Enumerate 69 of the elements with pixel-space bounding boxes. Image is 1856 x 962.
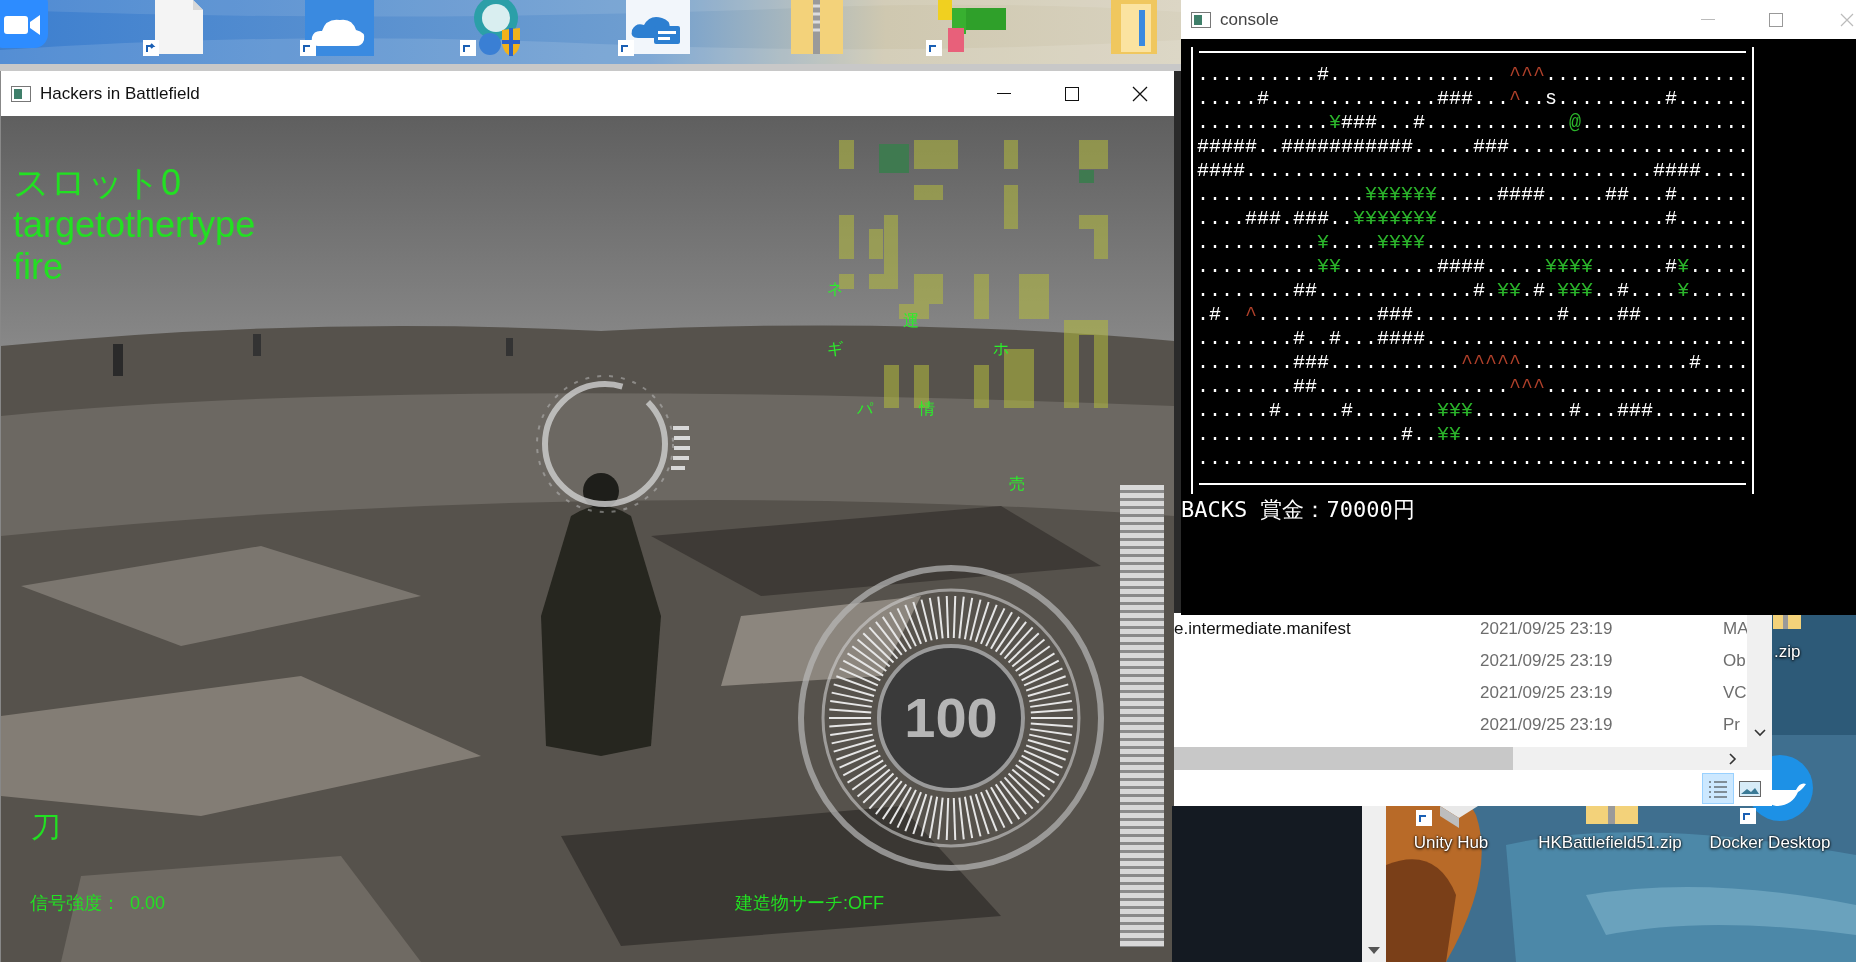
map-row: .#. ^..........###............#....##......... <box>1197 303 1750 327</box>
map-label: ホ <box>993 340 1009 358</box>
file-name: e.intermediate.manifest <box>1174 618 1351 640</box>
video-camera-icon[interactable] <box>0 0 50 50</box>
map-row: .............................................. <box>1197 447 1750 471</box>
map-row: ........#..#...####........................... <box>1197 327 1750 351</box>
map-label: ネ <box>827 280 843 298</box>
scroll-thumb[interactable] <box>1174 747 1513 770</box>
date-cell-text: 2021/09/25 23:19 <box>1480 714 1613 736</box>
gauge-value: 100 <box>903 688 999 748</box>
app-icon <box>11 85 31 102</box>
structure-search-status: 建造物サーチ:OFF <box>735 892 884 915</box>
map-row: ..........#.............. ^^^................. <box>1197 63 1750 87</box>
zip-folder-icon[interactable] <box>1586 806 1638 824</box>
map-row: ####..................................####.... <box>1197 159 1750 183</box>
chevron-right-icon[interactable] <box>1729 752 1737 765</box>
map-row: ..........¥....¥¥¥¥........................... <box>1197 231 1750 255</box>
map-label: ギ <box>827 340 843 358</box>
console-icon <box>1191 11 1211 28</box>
map-row: #####..###########.....###.................... <box>1197 135 1750 159</box>
cloud-card-icon[interactable] <box>618 0 690 56</box>
vertical-scrollbar[interactable] <box>1362 806 1386 962</box>
chevron-down-icon[interactable] <box>1753 729 1766 737</box>
map-row: ........##................^^^................. <box>1197 375 1750 399</box>
close-icon <box>1840 12 1854 27</box>
map-label: 情 <box>919 400 935 418</box>
window-title: Hackers in Battlefield <box>40 82 200 105</box>
signal-strength: 信号強度： 0.00 <box>30 892 166 915</box>
map-row: ......#.....#.......¥¥¥........#...###........ <box>1197 399 1750 423</box>
icon-label[interactable]: Docker Desktop <box>1709 832 1831 854</box>
type-cell-text: MA <box>1723 618 1749 640</box>
map-row: .................#..¥¥........................ <box>1197 423 1750 447</box>
map-label: 売 <box>1009 475 1025 493</box>
close-icon <box>1132 85 1148 102</box>
map-row: ...........¥###...#............@.............. <box>1197 111 1750 135</box>
window-title: console <box>1220 8 1279 31</box>
map-row: .....#..............###...^..s.........#...... <box>1197 87 1750 111</box>
map-row: ....###.###..¥¥¥¥¥¥¥...................#...... <box>1197 207 1750 231</box>
type-cell-text: VC <box>1723 682 1747 704</box>
icon-label[interactable]: HKBattlefield51.zip <box>1538 832 1682 854</box>
hud-text: スロット0 <box>13 162 182 204</box>
image-icon <box>1739 780 1761 797</box>
map-label: パ <box>857 400 873 418</box>
scroll-down-icon[interactable] <box>1368 947 1380 954</box>
weapon-name: 刀 <box>31 810 61 844</box>
type-cell-text: Ob <box>1723 650 1746 672</box>
zip-folder-icon[interactable] <box>791 0 843 56</box>
crosshair-icon <box>533 372 693 516</box>
document-icon[interactable] <box>143 0 205 56</box>
date-cell-text: 2021/09/25 23:19 <box>1480 650 1613 672</box>
map-row: ........###...........^^^^^..............#.... <box>1197 351 1750 375</box>
folder-icon[interactable] <box>1111 0 1157 56</box>
map-row: ..........¥¥........####.....¥¥¥¥......#¥..... <box>1197 255 1750 279</box>
icon-label[interactable]: .zip <box>1774 641 1801 663</box>
map-row: ..............¥¥¥¥¥¥.....####.....##...#...... <box>1197 183 1750 207</box>
status-text: BACKS 賞金：70000円 <box>1181 496 1415 524</box>
vertical-scrollbar[interactable] <box>1747 613 1772 747</box>
map-row: ........##.............#.¥¥.#.¥¥¥..#....¥..... <box>1197 279 1750 303</box>
list-icon <box>1708 779 1728 798</box>
hud-text: fire <box>13 246 63 288</box>
details-view-button[interactable] <box>1702 773 1734 804</box>
cloud-icon[interactable] <box>300 0 374 56</box>
date-cell-text: 2021/09/25 23:19 <box>1480 618 1613 640</box>
map-label: 運 <box>903 312 919 330</box>
zip-folder-icon[interactable] <box>1773 615 1801 629</box>
date-cell-text: 2021/09/25 23:19 <box>1480 682 1613 704</box>
horizontal-scrollbar[interactable] <box>1174 747 1772 770</box>
hud-text: targetothertype <box>13 204 256 246</box>
type-cell-text: Pr <box>1723 714 1740 736</box>
